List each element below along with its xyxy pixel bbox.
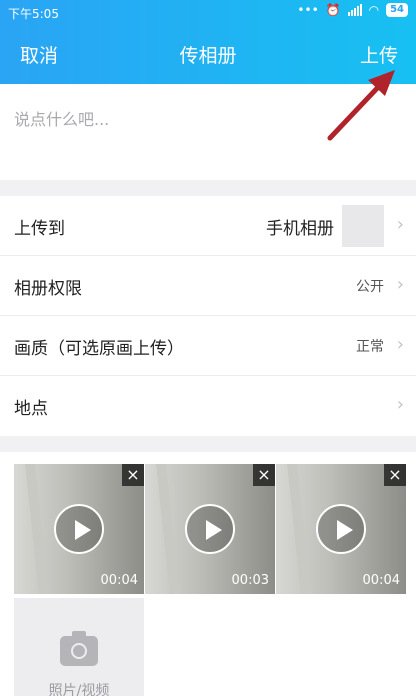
add-media-button[interactable]: 照片/视频 (14, 598, 144, 696)
alarm-icon: ⏰ (325, 3, 341, 17)
row-label: 上传到 (14, 219, 65, 239)
row-value: 公开 (356, 279, 384, 295)
video-duration: 00:04 (100, 573, 138, 588)
caption-input[interactable]: 说点什么吧... (0, 84, 416, 180)
header-bar: 下午5:05 ••• ⏰ ◠ 54 取消 传相册 上传 (0, 0, 416, 84)
status-icons: ••• ⏰ ◠ 54 (297, 3, 408, 17)
caption-placeholder: 说点什么吧... (14, 110, 110, 129)
video-thumbnail[interactable]: × 00:04 (276, 464, 406, 594)
album-permission-row[interactable]: 相册权限 公开 › (0, 256, 416, 316)
location-row[interactable]: 地点 › (0, 376, 416, 436)
video-thumbnail[interactable]: × 00:03 (145, 464, 275, 594)
row-label: 地点 (14, 399, 48, 419)
row-label: 画质（可选原画上传） (14, 339, 184, 359)
chevron-right-icon: › (396, 394, 404, 415)
signal-icon (347, 4, 362, 16)
status-time: 下午5:05 (8, 7, 59, 21)
more-dots-icon: ••• (297, 3, 319, 17)
play-icon[interactable] (185, 504, 235, 554)
wifi-icon: ◠ (368, 3, 380, 17)
nav-bar: 取消 传相册 上传 (0, 24, 416, 84)
camera-icon (60, 631, 98, 666)
close-icon[interactable]: × (253, 464, 275, 486)
page-title: 传相册 (179, 45, 237, 67)
close-icon[interactable]: × (384, 464, 406, 486)
row-value: 正常 (356, 339, 384, 355)
play-icon[interactable] (316, 504, 366, 554)
close-icon[interactable]: × (122, 464, 144, 486)
album-thumbnail (342, 205, 384, 247)
upload-destination-row[interactable]: 上传到 手机相册 › (0, 196, 416, 256)
chevron-right-icon: › (396, 334, 404, 355)
chevron-right-icon: › (396, 274, 404, 295)
settings-list: 上传到 手机相册 › 相册权限 公开 › 画质（可选原画上传） 正常 › 地点 … (0, 196, 416, 436)
chevron-right-icon: › (396, 214, 404, 235)
video-thumbnail[interactable]: × 00:04 (14, 464, 144, 594)
media-grid: × 00:04 × 00:03 × 00:04 照片/视频 (0, 452, 416, 696)
video-duration: 00:03 (231, 573, 269, 588)
battery-icon: 54 (386, 3, 408, 17)
cancel-button[interactable]: 取消 (20, 41, 58, 68)
upload-button[interactable]: 上传 (360, 41, 398, 68)
play-icon[interactable] (54, 504, 104, 554)
add-media-label: 照片/视频 (48, 683, 110, 696)
row-value: 手机相册 (266, 219, 334, 239)
video-duration: 00:04 (362, 573, 400, 588)
image-quality-row[interactable]: 画质（可选原画上传） 正常 › (0, 316, 416, 376)
row-label: 相册权限 (14, 279, 82, 299)
status-bar: 下午5:05 ••• ⏰ ◠ 54 (0, 0, 416, 24)
